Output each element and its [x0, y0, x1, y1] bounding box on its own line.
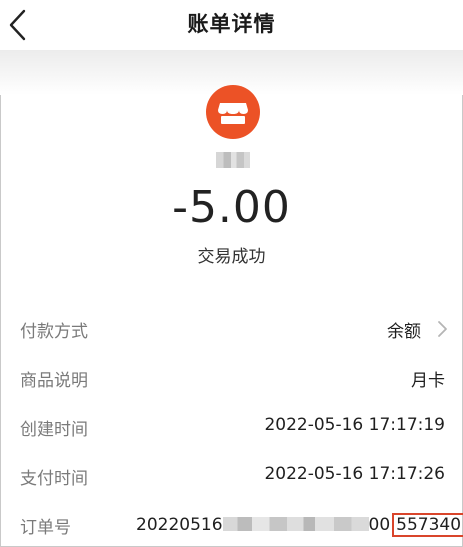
merchant-name-blurred [216, 152, 250, 168]
created-time-label: 创建时间 [20, 420, 88, 440]
top-bar: 账单详情 [0, 0, 463, 50]
page-title: 账单详情 [187, 12, 276, 36]
order-number-mid: 00 [368, 515, 391, 535]
payment-method-value: 余额 [387, 322, 421, 342]
shop-icon [206, 85, 260, 139]
paid-time-row: 支付时间 2022-05-16 17:17:26 [0, 460, 463, 490]
payment-method-row[interactable]: 付款方式 余额 [0, 313, 463, 343]
product-desc-label: 商品说明 [20, 371, 88, 391]
order-number-label: 订单号 [20, 518, 71, 538]
product-desc-value: 月卡 [411, 371, 445, 391]
order-number-blurred [222, 517, 369, 531]
amount: -5.00 [172, 182, 291, 233]
order-number-suffix-highlight: 557340 [392, 513, 463, 537]
created-time-value: 2022-05-16 17:17:19 [264, 415, 445, 435]
order-number-prefix: 20220516 [136, 515, 223, 535]
payment-method-label: 付款方式 [20, 322, 88, 342]
order-number-value: 20220516 00 557340 [136, 513, 463, 537]
chevron-right-icon [438, 321, 447, 337]
transaction-status: 交易成功 [197, 247, 266, 267]
paid-time-label: 支付时间 [20, 469, 88, 489]
product-desc-row: 商品说明 月卡 [0, 362, 463, 392]
created-time-row: 创建时间 2022-05-16 17:17:19 [0, 411, 463, 441]
paid-time-value: 2022-05-16 17:17:26 [264, 464, 445, 484]
order-number-row: 订单号 20220516 00 557340 [0, 509, 463, 539]
